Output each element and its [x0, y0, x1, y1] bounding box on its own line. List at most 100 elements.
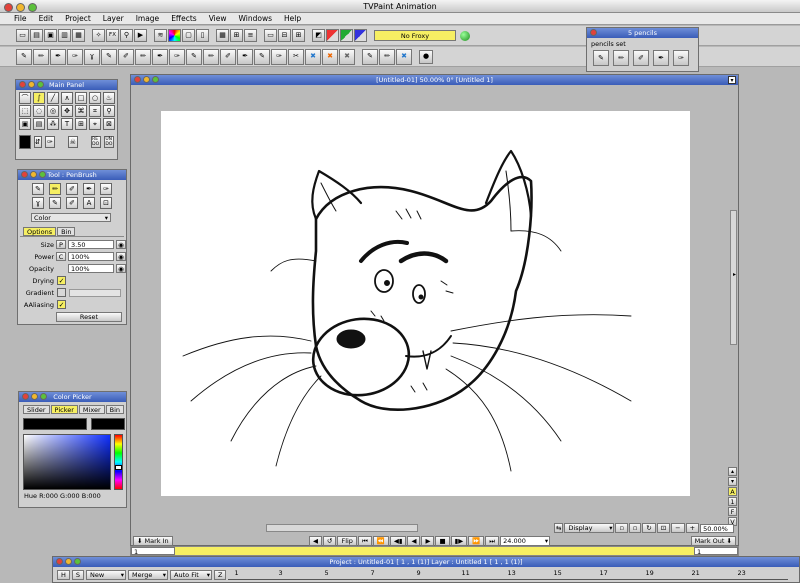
power-input[interactable]: 100% [68, 252, 114, 261]
transform-icon[interactable]: ⊞ [75, 118, 87, 130]
pencil-preset-4-icon[interactable]: ✒ [653, 50, 669, 66]
tool-text-icon[interactable]: A [83, 197, 95, 209]
proxy-field[interactable]: No Froxy [374, 30, 456, 41]
grid-toggle-icon[interactable]: ⊞ [292, 29, 305, 42]
menu-layer[interactable]: Layer [103, 14, 124, 23]
tool-paint-icon[interactable]: ✎ [49, 197, 61, 209]
layers-icon[interactable]: ≋ [154, 29, 167, 42]
tool-airbrush-icon[interactable]: ✐ [66, 183, 78, 195]
freehand-stroke-icon[interactable]: ∫ [33, 92, 45, 104]
eyedropper-icon[interactable]: ✑ [44, 136, 56, 148]
tab-options[interactable]: Options [23, 227, 57, 236]
minimize-icon[interactable] [28, 81, 35, 88]
fit-icon[interactable]: ⊡ [656, 523, 671, 533]
prev-frame-icon[interactable]: ◀▮ [389, 535, 407, 546]
stop-icon[interactable]: ■ [435, 535, 450, 546]
drying-checkbox[interactable]: ✓ [57, 276, 66, 285]
rectangle-icon[interactable]: □ [75, 92, 87, 104]
power-options-icon[interactable]: ◉ [116, 252, 126, 261]
zoom-icon[interactable] [40, 393, 47, 400]
menu-effects[interactable]: Effects [171, 14, 197, 23]
curve-icon[interactable]: ∧ [61, 92, 73, 104]
color-wheel-icon[interactable] [168, 29, 181, 42]
crayon-icon[interactable]: ✏ [33, 48, 49, 65]
knife-icon[interactable]: ✐ [220, 48, 236, 65]
spray-icon[interactable]: ✎ [186, 48, 202, 65]
skull-icon[interactable]: ☠ [67, 136, 78, 148]
tool-marker-icon[interactable]: ✒ [83, 183, 95, 195]
menu-view[interactable]: View [209, 14, 227, 23]
zoom-field[interactable]: 50.00% [700, 523, 735, 533]
zoom-in-icon[interactable]: + [685, 523, 700, 533]
open-icon[interactable]: ▤ [30, 29, 43, 42]
next-frame-icon[interactable]: ▮▶ [450, 535, 468, 546]
marker-icon[interactable]: ✒ [50, 48, 66, 65]
gradient-bar[interactable] [69, 288, 121, 297]
frame-out-field[interactable]: 1 [694, 547, 738, 556]
export-icon[interactable]: ▦ [72, 29, 85, 42]
previous-color-swatch[interactable] [91, 418, 125, 430]
tool-pencil-icon[interactable]: ✎ [32, 183, 44, 195]
menu-help[interactable]: Help [284, 14, 301, 23]
pencil-preset-2-icon[interactable]: ✏ [613, 50, 629, 66]
mark-in-button[interactable]: ⬇ Mark In [133, 535, 173, 546]
search-icon[interactable]: ⚲ [120, 29, 133, 42]
tool-custom-icon[interactable]: ⊡ [100, 197, 112, 209]
swap-colors-icon[interactable]: ⇵ [33, 136, 42, 148]
last-frame-icon[interactable]: ⏭ [485, 535, 500, 546]
new-layer-dropdown[interactable]: New ▾ [86, 569, 127, 580]
redo-button[interactable]: RE DO [90, 136, 101, 148]
water-icon[interactable]: ✑ [271, 48, 287, 65]
felt-pen-icon[interactable]: ✑ [67, 48, 83, 65]
text-tool-icon[interactable]: T [61, 118, 73, 130]
primary-color-swatch[interactable] [19, 135, 31, 149]
warp-icon[interactable]: ⌘ [75, 105, 87, 117]
tool-brush-icon[interactable]: ɣ [32, 197, 44, 209]
paint-icon[interactable]: ✐ [118, 48, 134, 65]
size-options-icon[interactable]: ◉ [116, 240, 126, 249]
tab-mixer[interactable]: Mixer [78, 405, 105, 414]
fill-icon[interactable]: ♨ [103, 92, 115, 104]
fx-button[interactable]: FX [106, 29, 119, 42]
opacity-input[interactable]: 100% [68, 264, 114, 273]
anchor-icon[interactable]: ⌖ [89, 118, 101, 130]
fast-forward-icon[interactable]: ⏩ [468, 535, 485, 546]
lasso-icon[interactable]: ◎ [47, 105, 59, 117]
grid-icon[interactable]: ▦ [216, 29, 229, 42]
menu-file[interactable]: File [14, 14, 27, 23]
zoom-out-icon[interactable]: − [671, 523, 685, 533]
timeline-z-button[interactable]: Z [214, 569, 227, 580]
smudge-icon[interactable]: ✒ [152, 48, 168, 65]
menu-windows[interactable]: Windows [239, 14, 272, 23]
selection-ellipse-icon[interactable]: ◌ [33, 105, 45, 117]
menu-edit[interactable]: Edit [39, 14, 54, 23]
size-pressure-toggle[interactable]: P [56, 240, 66, 249]
hue-slider-handle[interactable] [115, 465, 122, 470]
window-menu-icon[interactable]: ▾ [728, 76, 736, 84]
rotate-icon[interactable]: ↻ [642, 523, 656, 533]
display-dropdown[interactable]: Display ▾ [564, 523, 615, 533]
loop-icon[interactable]: ◀ [309, 535, 322, 546]
minimize-icon[interactable] [30, 171, 37, 178]
side-button-a[interactable]: A [728, 487, 737, 496]
current-color-swatch[interactable] [23, 418, 87, 430]
play-icon[interactable]: ▶ [134, 29, 147, 42]
move-icon[interactable]: ✥ [61, 105, 73, 117]
crop-icon[interactable]: ⌗ [89, 105, 101, 117]
gradient-checkbox[interactable] [57, 288, 66, 297]
size-input[interactable]: 3.50 [68, 240, 114, 249]
play-button-icon[interactable]: ▶ [421, 535, 435, 546]
airbrush-icon[interactable]: ✏ [135, 48, 151, 65]
stamp-icon[interactable]: ✎ [254, 48, 270, 65]
custom-brush-3-icon[interactable]: ✖ [396, 48, 412, 65]
new-icon[interactable]: ▭ [16, 29, 29, 42]
zoom-icon[interactable] [39, 171, 46, 178]
close-icon[interactable] [134, 76, 141, 83]
zoom-icon[interactable] [74, 558, 81, 565]
blur-icon[interactable]: ✑ [169, 48, 185, 65]
scroll-down-icon[interactable]: ▾ [728, 477, 737, 486]
undo-button[interactable]: UN DO [103, 136, 114, 148]
record-icon[interactable]: ● [419, 49, 433, 64]
drawing-canvas[interactable] [161, 111, 690, 496]
reset-button[interactable]: Reset [56, 312, 122, 322]
